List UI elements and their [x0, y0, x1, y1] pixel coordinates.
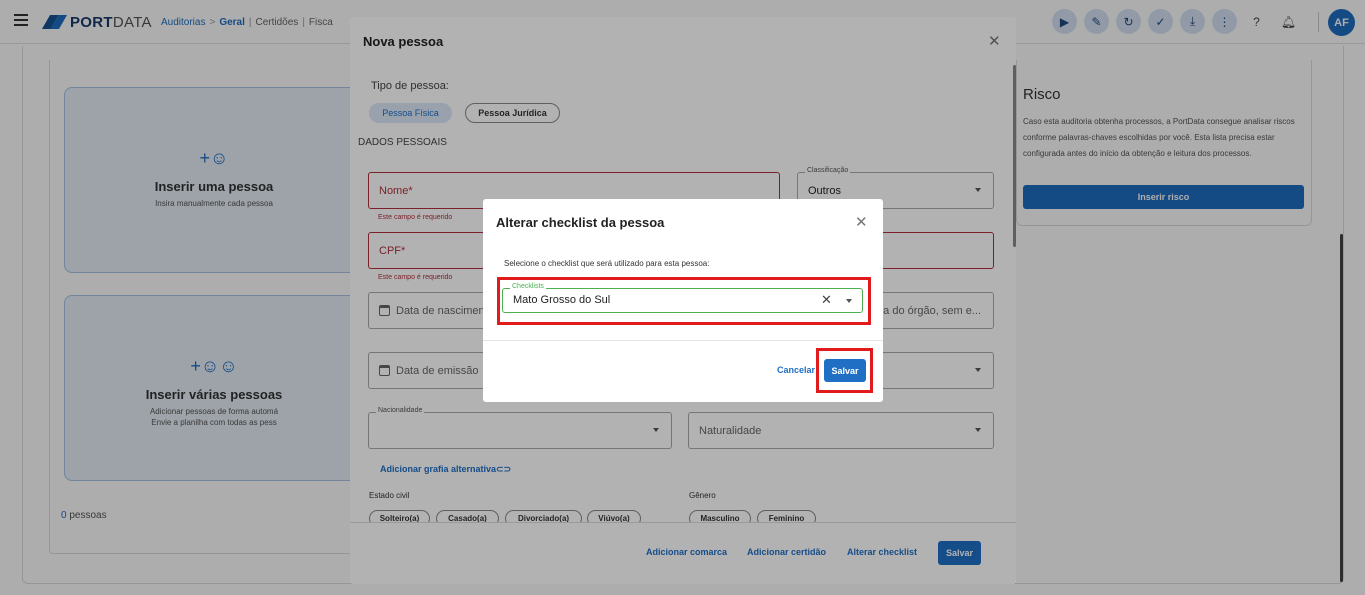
- highlight-box: [816, 348, 873, 393]
- divider: [483, 340, 883, 341]
- cancel-button[interactable]: Cancelar: [777, 365, 815, 375]
- highlight-box: [497, 277, 871, 325]
- dialog-title: Alterar checklist da pessoa: [496, 215, 665, 230]
- dialog-description: Selecione o checklist que será utilizado…: [504, 259, 710, 268]
- close-icon[interactable]: ✕: [855, 213, 868, 231]
